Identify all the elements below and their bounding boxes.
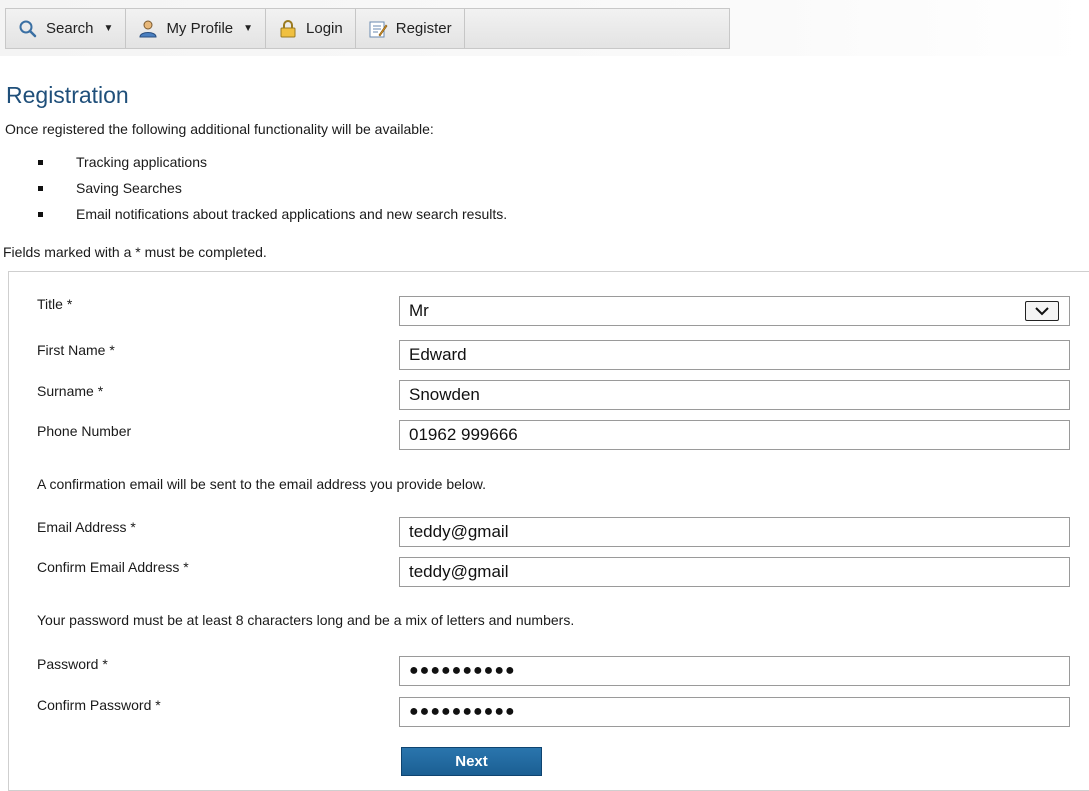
- search-icon: [18, 19, 38, 39]
- nav-register-label: Register: [395, 20, 452, 37]
- surname-field[interactable]: Snowden: [399, 380, 1070, 410]
- phone-field[interactable]: 01962 999666: [399, 420, 1070, 450]
- user-icon: [138, 19, 158, 39]
- nav-search-label: Search: [46, 20, 94, 37]
- confirm-email-label: Confirm Email Address *: [37, 559, 189, 575]
- intro-text: Once registered the following additional…: [5, 121, 434, 137]
- surname-label: Surname *: [37, 383, 104, 399]
- list-item: Tracking applications: [38, 152, 507, 178]
- confirm-password-field[interactable]: ●●●●●●●●●●: [399, 697, 1070, 727]
- first-name-label: First Name *: [37, 342, 115, 358]
- nav-my-profile-label: My Profile: [166, 20, 234, 37]
- email-info-text: A confirmation email will be sent to the…: [37, 476, 487, 492]
- nav-login-label: Login: [306, 20, 343, 37]
- padlock-icon: [278, 19, 298, 39]
- next-button[interactable]: Next: [401, 747, 542, 776]
- nav-login[interactable]: Login: [266, 9, 356, 48]
- confirm-email-field[interactable]: teddy@gmail: [399, 557, 1070, 587]
- nav-search[interactable]: Search ▼: [6, 9, 127, 48]
- list-item: Saving Searches: [38, 178, 507, 204]
- first-name-field[interactable]: Edward: [399, 340, 1070, 370]
- title-select-value: Mr: [409, 301, 429, 320]
- password-field[interactable]: ●●●●●●●●●●: [399, 656, 1070, 686]
- chevron-down-icon: ▼: [243, 23, 254, 34]
- phone-label: Phone Number: [37, 423, 132, 439]
- nav-my-profile[interactable]: My Profile ▼: [126, 9, 267, 48]
- feature-list: Tracking applications Saving Searches Em…: [38, 152, 507, 230]
- list-item: Email notifications about tracked applic…: [38, 204, 507, 230]
- required-fields-note: Fields marked with a * must be completed…: [3, 244, 267, 260]
- nav-register[interactable]: Register: [356, 9, 465, 48]
- title-select[interactable]: Mr: [399, 296, 1070, 326]
- title-label: Title *: [37, 296, 73, 312]
- chevron-down-icon: ▼: [103, 23, 114, 34]
- email-label: Email Address *: [37, 519, 136, 535]
- register-icon: [368, 19, 388, 39]
- chevron-down-icon[interactable]: [1025, 301, 1059, 321]
- password-label: Password *: [37, 656, 108, 672]
- page-title: Registration: [6, 82, 129, 108]
- email-field[interactable]: teddy@gmail: [399, 517, 1070, 547]
- password-info-text: Your password must be at least 8 charact…: [37, 612, 575, 628]
- main-nav: Search ▼ My Profile ▼ Login Register: [5, 8, 730, 49]
- confirm-password-label: Confirm Password *: [37, 697, 161, 713]
